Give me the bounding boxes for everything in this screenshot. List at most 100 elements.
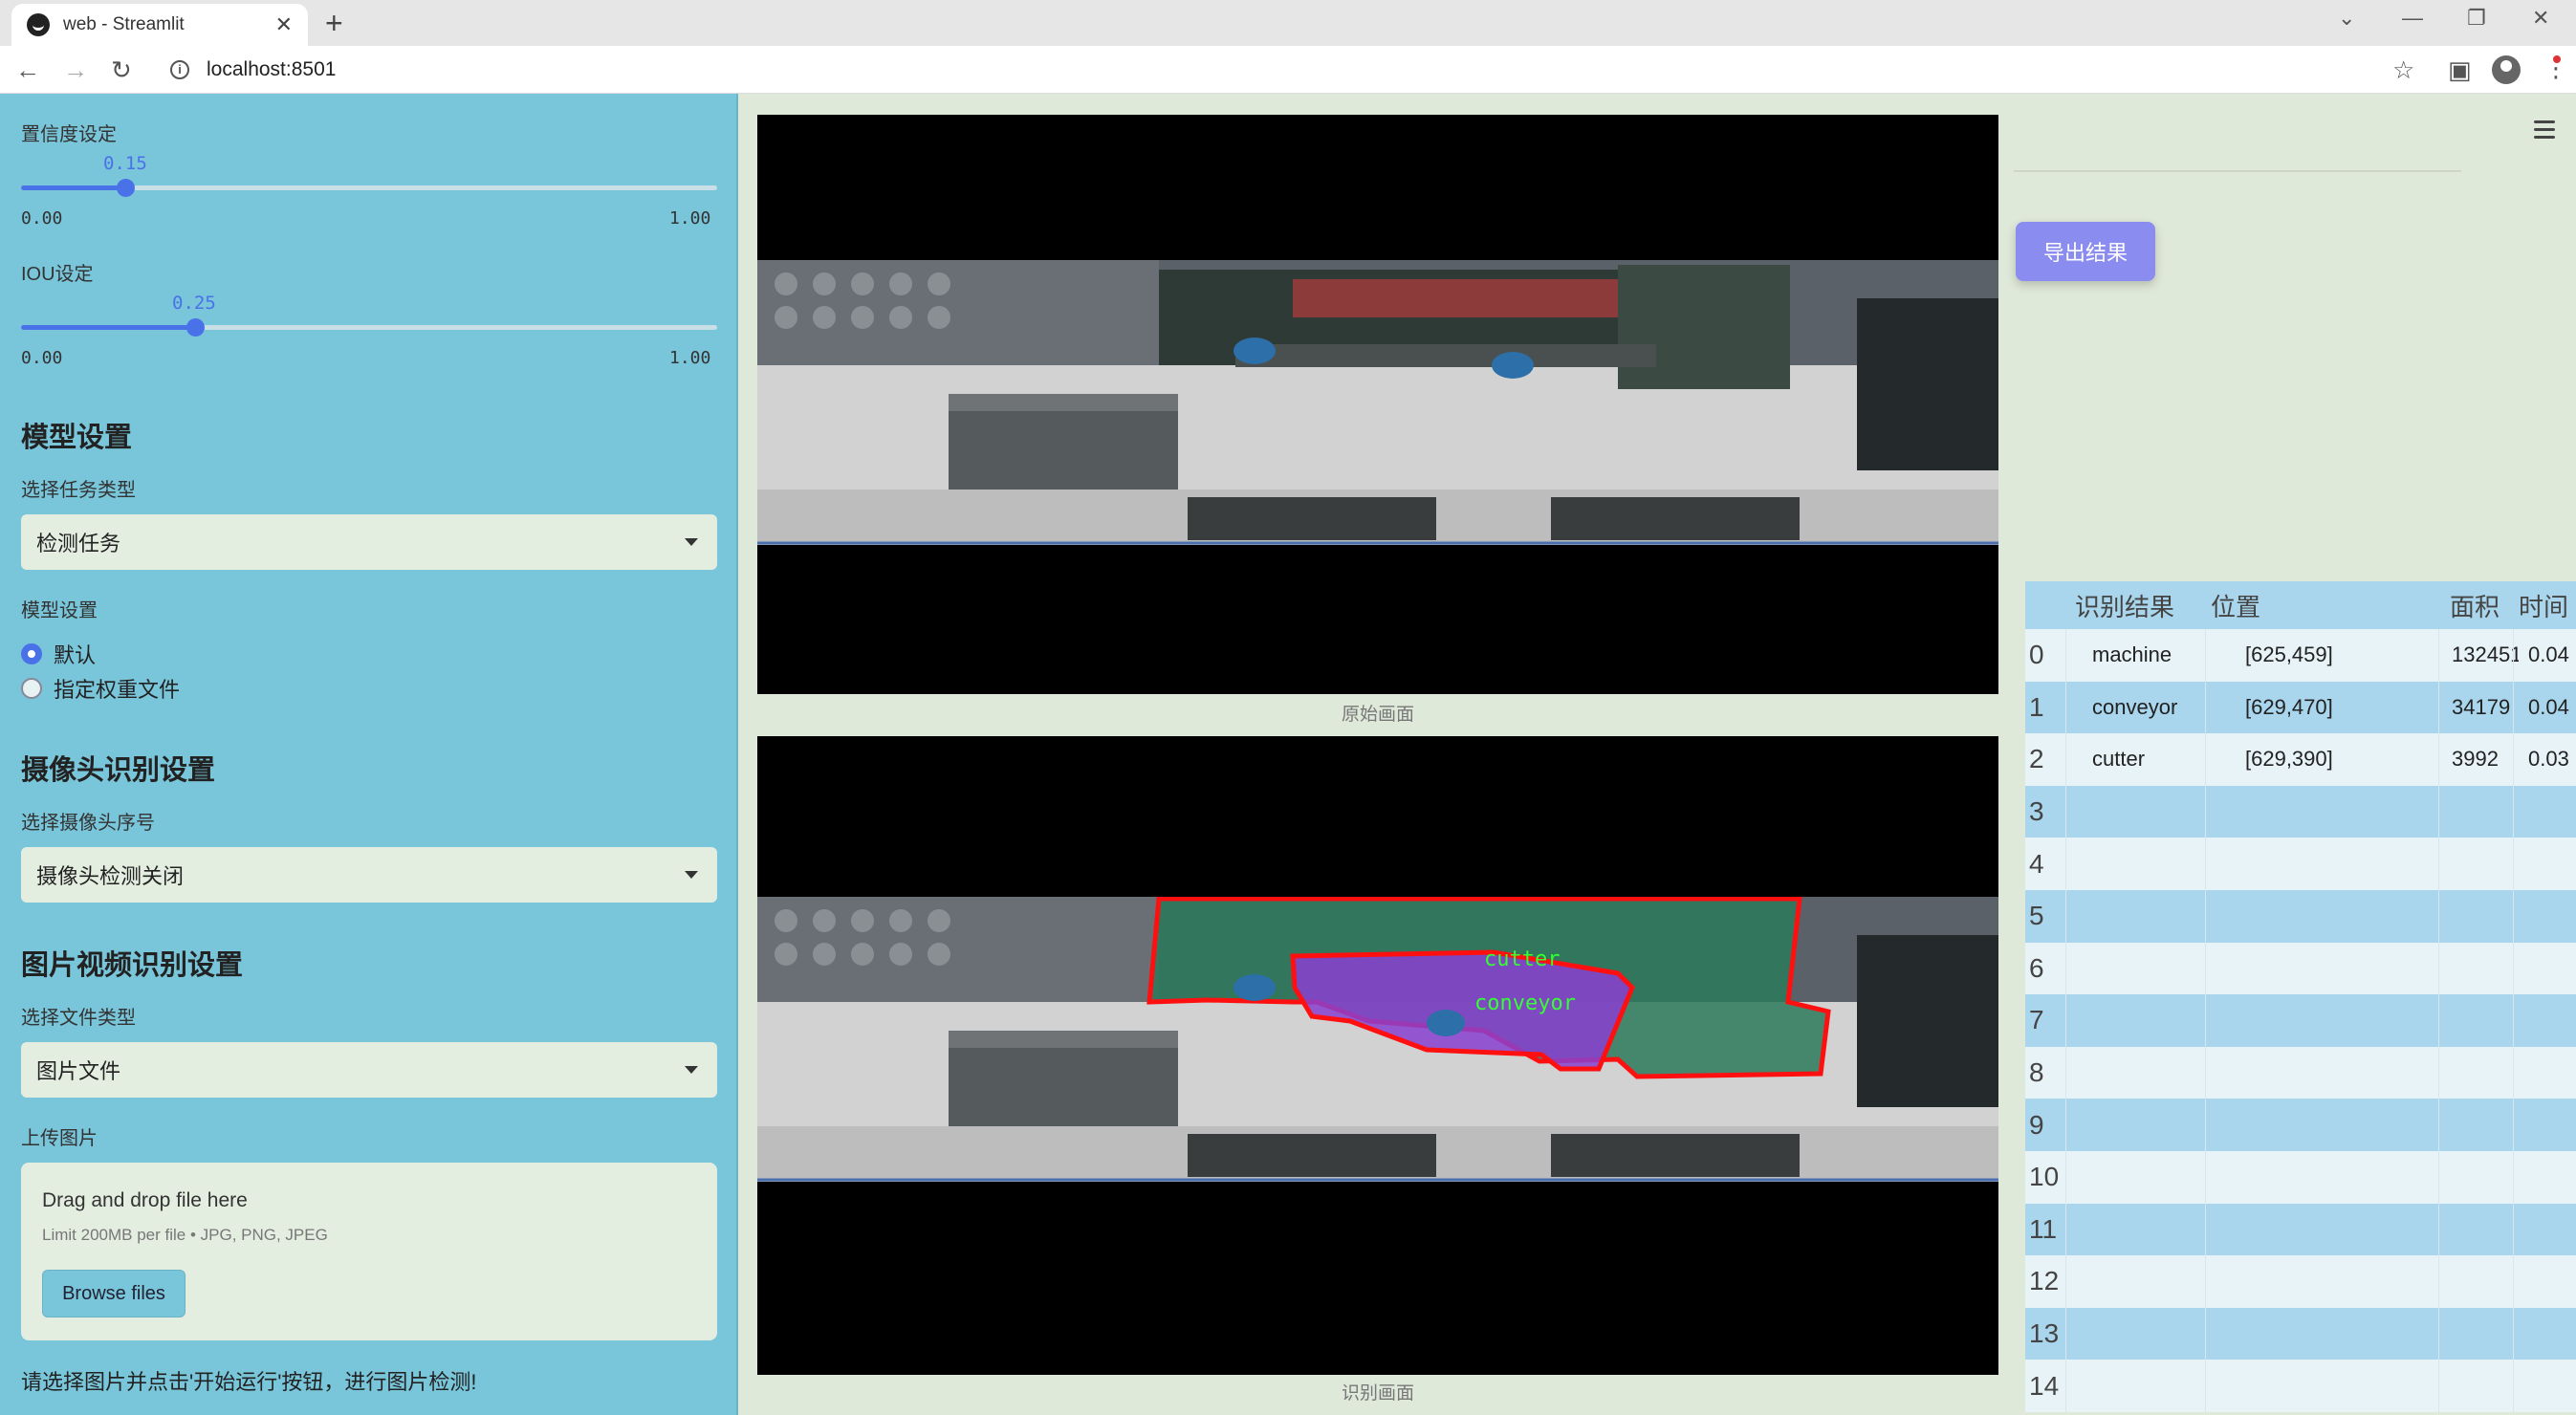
column-separator (2513, 889, 2514, 943)
cell-area (2452, 1204, 2519, 1256)
dropzone-title: Drag and drop file here (42, 1189, 248, 1211)
cell-position: [625,459] (2245, 642, 2333, 667)
browse-files-button[interactable]: Browse files (42, 1270, 186, 1317)
site-info-icon[interactable]: i (170, 60, 189, 79)
table-row[interactable]: 9 (2025, 1099, 2576, 1151)
confidence-slider[interactable] (21, 179, 717, 197)
header-result[interactable]: 识别结果 (2075, 581, 2199, 629)
cell-area: 132451 (2452, 642, 2519, 667)
table-row[interactable]: 11 (2025, 1203, 2576, 1256)
column-separator (2205, 1099, 2206, 1151)
cell-position (2245, 1308, 2379, 1361)
forward-icon[interactable]: → (63, 55, 88, 85)
header-time[interactable]: 时间 (2519, 581, 2576, 629)
row-index: 6 (2029, 952, 2044, 983)
sidebar: 置信度设定 0.15 0.00 1.00 IOU设定 0.25 0.00 1.0… (0, 94, 738, 1415)
header-area[interactable]: 面积 (2450, 581, 2517, 629)
column-separator (2438, 942, 2439, 995)
browser-tab[interactable]: web - Streamlit ✕ (11, 4, 308, 46)
camera-select[interactable]: 摄像头检测关闭 (21, 847, 717, 903)
table-row[interactable]: 6 (2025, 942, 2576, 995)
cell-result (2092, 1151, 2207, 1204)
back-icon[interactable]: ← (15, 55, 40, 85)
table-row[interactable]: 1 conveyor [629,470] 34179 0.04 (2025, 681, 2576, 734)
cell-time (2528, 1047, 2576, 1099)
profile-avatar-icon[interactable] (2492, 55, 2521, 84)
radio-custom-weights[interactable]: 指定权重文件 (21, 673, 180, 704)
table-row[interactable]: 10 (2025, 1150, 2576, 1204)
cell-position (2245, 1255, 2379, 1308)
reload-icon[interactable]: ↻ (111, 55, 132, 85)
column-separator (2205, 1360, 2206, 1412)
column-separator (2438, 1203, 2439, 1256)
file-section-title: 图片视频识别设置 (21, 950, 244, 981)
cell-result (2092, 1360, 2207, 1412)
minimize-icon[interactable]: — (2402, 6, 2423, 31)
cell-area (2452, 1360, 2519, 1412)
radio-unselected-icon[interactable] (21, 678, 42, 699)
radio-default[interactable]: 默认 (21, 639, 96, 669)
camera-select-value: 摄像头检测关闭 (36, 864, 185, 888)
cell-position (2245, 1204, 2379, 1256)
column-separator (2513, 1307, 2514, 1361)
confidence-slider-thumb[interactable] (117, 179, 136, 197)
table-row[interactable]: 4 (2025, 838, 2576, 890)
table-row[interactable]: 12 (2025, 1255, 2576, 1308)
table-row[interactable]: 8 (2025, 1046, 2576, 1099)
column-separator (2513, 733, 2514, 786)
table-row[interactable]: 0 machine [625,459] 132451 0.04 (2025, 629, 2576, 682)
cell-position: [629,390] (2245, 747, 2333, 772)
task-type-select[interactable]: 检测任务 (21, 514, 717, 570)
file-type-select[interactable]: 图片文件 (21, 1042, 717, 1098)
cell-position (2245, 890, 2379, 943)
iou-label: IOU设定 (21, 264, 94, 285)
column-separator (2065, 1360, 2066, 1412)
address-bar[interactable]: i localhost:8501 (155, 52, 2402, 88)
iou-slider-thumb[interactable] (186, 318, 205, 337)
new-tab-icon[interactable]: + (325, 6, 343, 41)
cell-time (2528, 994, 2576, 1047)
radio-selected-icon[interactable] (21, 643, 42, 664)
dropzone-limit: Limit 200MB per file • JPG, PNG, JPEG (42, 1226, 328, 1244)
table-row[interactable]: 2 cutter [629,390] 3992 0.03 (2025, 733, 2576, 786)
export-results-button[interactable]: 导出结果 (2016, 222, 2155, 281)
table-row[interactable]: 3 (2025, 785, 2576, 838)
confidence-slider-fill (21, 185, 126, 190)
tab-search-chevron-icon[interactable]: ⌄ (2338, 6, 2355, 31)
file-dropzone[interactable]: Drag and drop file here Limit 200MB per … (21, 1163, 717, 1340)
cell-result (2092, 1204, 2207, 1256)
iou-slider[interactable] (21, 318, 717, 337)
restore-icon[interactable]: ❐ (2467, 6, 2486, 31)
original-scene-image (757, 260, 1998, 545)
cell-position (2245, 786, 2379, 838)
cell-position (2245, 1099, 2379, 1151)
column-separator (2438, 1307, 2439, 1361)
column-separator (2205, 733, 2206, 786)
hamburger-menu-icon[interactable] (2534, 120, 2555, 143)
header-position[interactable]: 位置 (2211, 581, 2345, 629)
table-row[interactable]: 5 (2025, 889, 2576, 943)
model-setting-label: 模型设置 (21, 600, 98, 621)
window-close-icon[interactable]: ✕ (2532, 6, 2549, 31)
table-row[interactable]: 14 (2025, 1360, 2576, 1412)
file-type-value: 图片文件 (36, 1059, 121, 1083)
cell-result (2092, 1308, 2207, 1361)
bookmark-star-icon[interactable]: ☆ (2392, 55, 2414, 85)
column-separator (2065, 994, 2066, 1047)
column-separator (2513, 629, 2514, 682)
cell-area (2452, 943, 2519, 995)
side-panel-icon[interactable]: ▣ (2448, 55, 2472, 85)
cell-time (2528, 943, 2576, 995)
table-row[interactable]: 13 (2025, 1307, 2576, 1361)
column-separator (2205, 889, 2206, 943)
column-separator (2438, 1360, 2439, 1412)
row-index: 12 (2029, 1266, 2060, 1296)
cell-area (2452, 1255, 2519, 1308)
original-video-frame (757, 115, 1998, 694)
column-separator (2065, 1150, 2066, 1204)
table-row[interactable]: 7 (2025, 994, 2576, 1047)
confidence-max: 1.00 (669, 208, 711, 229)
column-separator (2065, 629, 2066, 682)
cell-result (2092, 1099, 2207, 1151)
tab-close-icon[interactable]: ✕ (275, 12, 293, 37)
